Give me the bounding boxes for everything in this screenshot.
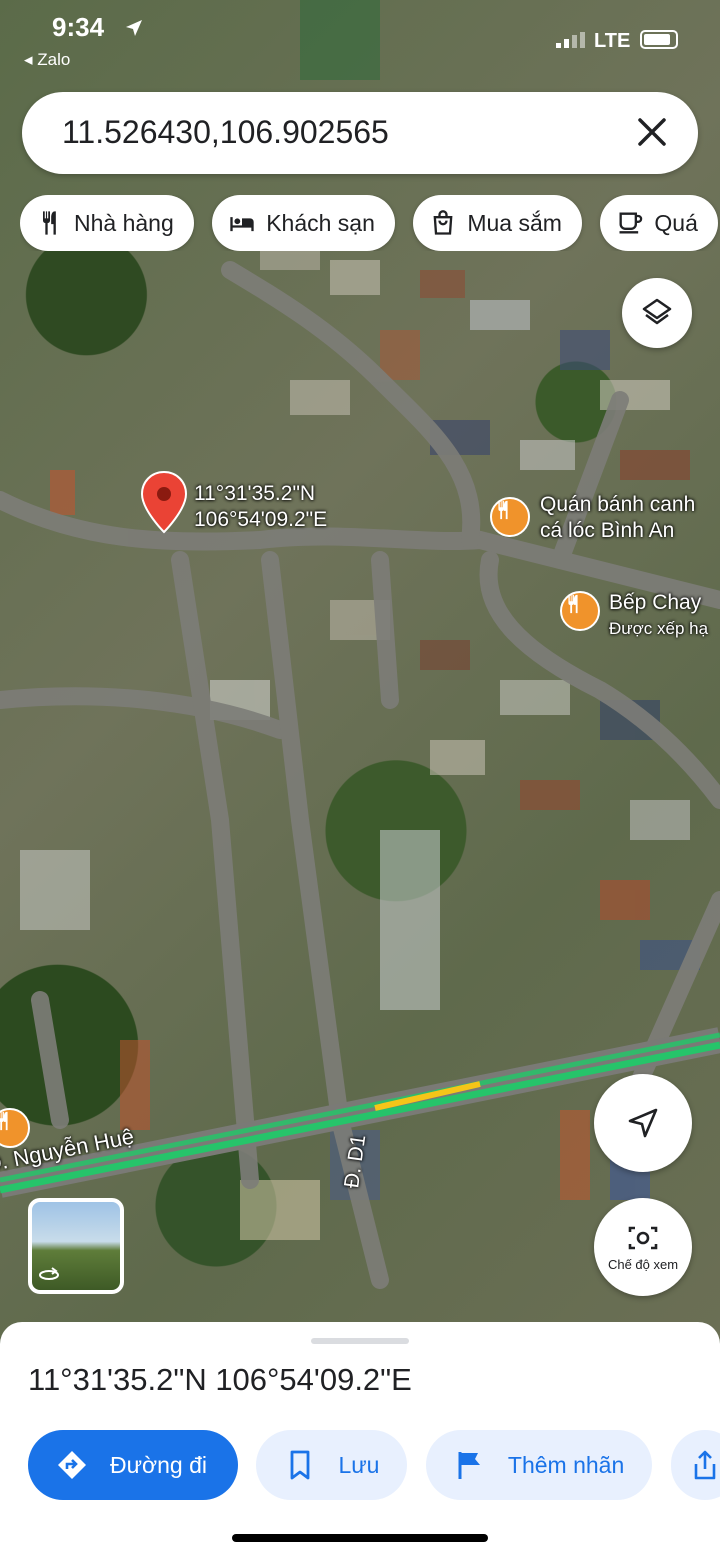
back-to-app-link[interactable]: ◂ Zalo	[24, 50, 70, 70]
view-mode-label: Chế độ xem	[607, 1256, 679, 1272]
location-arrow-icon	[126, 20, 142, 36]
chip-coffee[interactable]: Quá	[600, 195, 718, 251]
chip-hotels[interactable]: Khách sạn	[212, 195, 395, 251]
add-label-label: Thêm nhãn	[507, 1451, 625, 1478]
place-name-line1: Bếp Chay	[609, 591, 702, 614]
status-time: 9:34	[52, 12, 105, 42]
layers-icon	[642, 298, 672, 325]
chip-label: Nhà hàng	[74, 209, 174, 236]
shopping-bag-icon	[433, 210, 453, 235]
restaurant-poi-icon[interactable]	[490, 497, 530, 537]
battery-icon	[640, 30, 678, 49]
share-button[interactable]	[670, 1430, 720, 1500]
my-location-button[interactable]	[594, 1074, 692, 1172]
search-bar[interactable]: 11.526430,106.902565	[22, 92, 698, 174]
place-label-bep-chay[interactable]: Bếp Chay Được xếp hạ	[609, 590, 708, 642]
place-coordinates: 11°31'35.2"N 106°54'09.2"E	[28, 1362, 412, 1397]
view-mode-button[interactable]: Chế độ xem	[594, 1198, 692, 1296]
location-pin-icon[interactable]	[140, 470, 188, 534]
rotate-360-icon	[39, 1267, 59, 1280]
pin-latitude: 11°31'35.2"N	[194, 482, 316, 505]
chip-restaurants[interactable]: Nhà hàng	[20, 195, 194, 251]
save-button[interactable]: Lưu	[256, 1430, 408, 1500]
directions-button[interactable]: Đường đi	[28, 1430, 238, 1500]
action-buttons: Đường đi Lưu Thêm nhãn	[28, 1430, 720, 1502]
network-type: LTE	[594, 30, 631, 52]
chip-label: Quá	[654, 209, 698, 236]
bookmark-icon	[291, 1450, 310, 1480]
place-label-banh-canh[interactable]: Quán bánh canh cá lóc Bình An	[540, 492, 695, 544]
save-label: Lưu	[338, 1451, 380, 1478]
category-chips: Nhà hàng Khách sạn Mua sắm Quá	[20, 195, 720, 251]
chip-label: Khách sạn	[266, 209, 375, 236]
chip-shopping[interactable]: Mua sắm	[413, 195, 582, 251]
add-label-button[interactable]: Thêm nhãn	[425, 1430, 653, 1500]
share-icon	[694, 1450, 716, 1480]
home-indicator	[232, 1534, 488, 1542]
flag-icon	[458, 1452, 480, 1479]
signal-icon	[556, 32, 585, 48]
layers-button[interactable]	[622, 278, 692, 348]
pin-coordinates-label: 11°31'35.2"N 106°54'09.2"E	[194, 481, 327, 533]
directions-icon	[58, 1451, 86, 1479]
restaurant-icon	[43, 211, 56, 235]
coffee-icon	[619, 212, 643, 234]
directions-label: Đường đi	[110, 1451, 207, 1478]
place-name-line1: Quán bánh canh	[540, 493, 696, 516]
place-rating-line: Được xếp hạ	[609, 619, 709, 638]
close-icon[interactable]	[630, 110, 674, 154]
navigation-arrow-icon	[628, 1108, 658, 1138]
status-bar: 9:34 ◂ Zalo LTE	[0, 0, 720, 80]
search-query[interactable]: 11.526430,106.902565	[62, 114, 389, 151]
bottom-sheet[interactable]: 11°31'35.2"N 106°54'09.2"E Đường đi Lưu …	[0, 1322, 720, 1557]
chip-label: Mua sắm	[467, 209, 562, 236]
pin-longitude: 106°54'09.2"E	[194, 508, 328, 531]
place-name-line2: cá lóc Bình An	[540, 519, 675, 542]
sheet-drag-handle[interactable]	[311, 1338, 409, 1344]
restaurant-poi-icon[interactable]	[560, 591, 600, 631]
camera-icon	[628, 1226, 658, 1249]
hotel-icon	[230, 217, 254, 232]
street-view-thumbnail[interactable]	[28, 1198, 124, 1294]
